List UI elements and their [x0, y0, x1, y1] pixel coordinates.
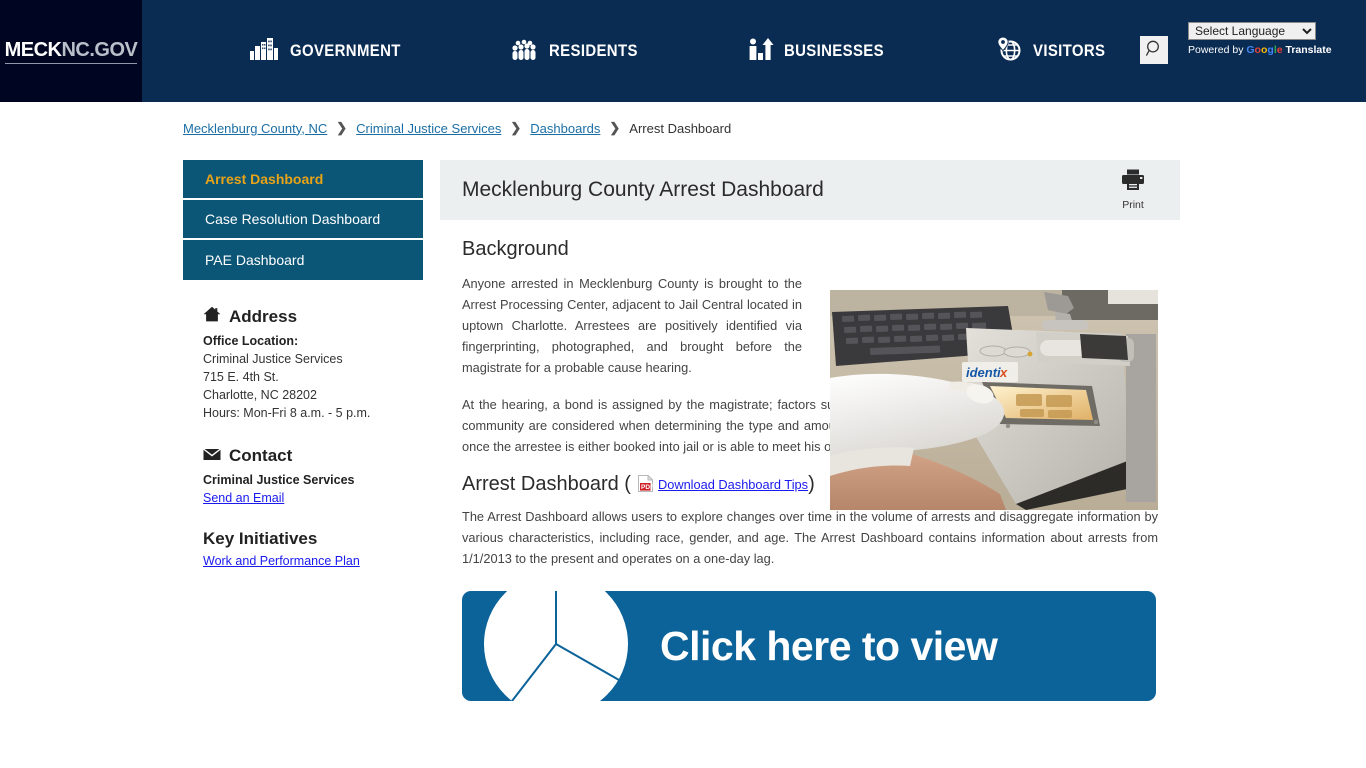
logo-meck: MECK [4, 38, 62, 61]
svg-text:identi: identi [966, 365, 1001, 380]
breadcrumb: Mecklenburg County, NC ❯ Criminal Justic… [183, 120, 731, 136]
page-title: Mecklenburg County Arrest Dashboard [462, 178, 824, 201]
printer-icon [1121, 169, 1145, 196]
send-an-email-link[interactable]: Send an Email [203, 489, 284, 507]
language-selector-area: Select Language Powered by Google Transl… [1188, 22, 1348, 56]
nav-label-residents: RESIDENTS [548, 41, 638, 60]
fingerprint-scanner-photo: identi x [830, 290, 1158, 510]
page-header-bar: Mecklenburg County Arrest Dashboard Prin… [440, 160, 1180, 220]
logo-text: MECKNC.GOV [4, 38, 138, 64]
sidebar-item-arrest-dashboard[interactable]: Arrest Dashboard [183, 160, 423, 200]
nav-item-residents[interactable]: RESIDENTS [481, 38, 680, 65]
work-and-performance-plan-link[interactable]: Work and Performance Plan [203, 552, 360, 570]
sidebar-nav: Arrest Dashboard Case Resolution Dashboa… [183, 160, 423, 280]
address-line-hours: Hours: Mon-Fri 8 a.m. - 5 p.m. [203, 406, 371, 420]
breadcrumb-separator-icon: ❯ [510, 120, 522, 135]
main-content: Mecklenburg County Arrest Dashboard Prin… [440, 160, 1180, 701]
powered-by-label: Powered by [1188, 44, 1244, 56]
nav-item-businesses[interactable]: BUSINESSES [718, 37, 928, 65]
powered-by-google-translate: Powered by Google Translate [1188, 44, 1348, 56]
contact-section: Contact Criminal Justice Services Send a… [183, 446, 423, 570]
nav-label-government: GOVERNMENT [290, 41, 401, 60]
sidebar: Arrest Dashboard Case Resolution Dashboa… [183, 160, 423, 570]
address-heading-label: Address [229, 306, 298, 326]
nav-label-visitors: VISITORS [1033, 41, 1106, 60]
download-dashboard-tips-link[interactable]: Download Dashboard Tips [658, 477, 808, 492]
site-header: MECKNC.GOV GOVERNMENT RESIDENTS BUSINESS… [0, 0, 1366, 102]
banner-label: Click here to view [660, 622, 998, 669]
svg-text:PDF: PDF [641, 484, 653, 491]
arrest-dashboard-heading-suffix: ) [808, 473, 815, 495]
print-button[interactable]: Print [1108, 169, 1158, 211]
breadcrumb-separator-icon: ❯ [609, 120, 621, 135]
people-icon [511, 38, 539, 65]
translate-label: Translate [1285, 44, 1332, 56]
nav-item-government[interactable]: GOVERNMENT [220, 37, 446, 65]
pie-chart-icon [482, 591, 630, 701]
nav-item-visitors[interactable]: VISITORS [965, 35, 1145, 66]
article-body: identi x Background Anyone arrested in M… [440, 220, 1180, 701]
key-initiatives-heading: Key Initiatives [203, 529, 318, 548]
sidebar-label-arrest-dashboard: Arrest Dashboard [205, 171, 324, 187]
address-section: Address Office Location: Criminal Justic… [183, 306, 423, 422]
arrest-dashboard-paragraph: The Arrest Dashboard allows users to exp… [462, 509, 1158, 566]
sidebar-item-pae-dashboard[interactable]: PAE Dashboard [183, 240, 423, 280]
select-language-dropdown[interactable]: Select Language [1188, 22, 1316, 40]
logo-ncgov: NC.GOV [61, 38, 138, 61]
breadcrumb-item-current: Arrest Dashboard [629, 120, 732, 136]
globe-pin-icon [995, 35, 1023, 66]
breadcrumb-item-county[interactable]: Mecklenburg County, NC [183, 121, 327, 136]
sidebar-item-case-resolution-dashboard[interactable]: Case Resolution Dashboard [183, 200, 423, 240]
svg-text:x: x [999, 365, 1008, 380]
search-icon [1145, 39, 1164, 61]
search-button[interactable] [1140, 36, 1168, 64]
address-heading: Address [203, 306, 423, 327]
background-paragraph-1: Anyone arrested in Mecklenburg County is… [462, 276, 802, 375]
sidebar-label-pae-dashboard: PAE Dashboard [205, 252, 305, 268]
contact-heading: Contact [203, 446, 423, 466]
print-label: Print [1122, 199, 1144, 211]
breadcrumb-separator-icon: ❯ [336, 120, 348, 135]
background-heading: Background [462, 238, 569, 260]
home-icon [203, 306, 221, 327]
site-logo[interactable]: MECKNC.GOV [0, 0, 142, 102]
envelope-icon [203, 446, 221, 466]
contact-heading-label: Contact [229, 446, 293, 465]
sidebar-label-case-resolution-dashboard: Case Resolution Dashboard [205, 211, 381, 227]
address-line-department: Criminal Justice Services [203, 352, 343, 366]
breadcrumb-item-dashboards[interactable]: Dashboards [530, 121, 600, 136]
address-line-city-state-zip: Charlotte, NC 28202 [203, 388, 317, 402]
breadcrumb-item-criminal-justice-services[interactable]: Criminal Justice Services [356, 121, 501, 136]
address-line-street: 715 E. 4th St. [203, 370, 279, 384]
business-person-arrow-icon [748, 37, 774, 65]
arrest-dashboard-heading-prefix: Arrest Dashboard ( [462, 473, 631, 495]
primary-nav: GOVERNMENT RESIDENTS BUSINESSES VISITORS [142, 0, 1142, 102]
contact-name: Criminal Justice Services [203, 473, 355, 487]
google-wordmark: Google [1246, 44, 1283, 56]
background-text-column: Background Anyone arrested in Mecklenbur… [462, 238, 802, 378]
nav-label-businesses: BUSINESSES [783, 41, 884, 60]
click-here-to-view-banner[interactable]: Click here to view [462, 591, 1156, 701]
buildings-icon [250, 37, 280, 65]
pdf-icon: PDF [637, 474, 654, 498]
office-location-label: Office Location: [203, 334, 299, 348]
